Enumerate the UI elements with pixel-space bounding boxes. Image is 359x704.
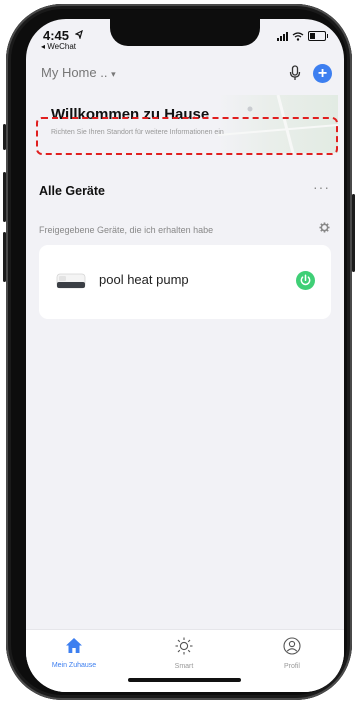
tab-mein-zuhause[interactable]: Mein Zuhause xyxy=(34,637,114,669)
mute-switch xyxy=(3,124,6,150)
home-selector[interactable]: My Home .. ▾ xyxy=(41,65,116,80)
sun-icon xyxy=(175,637,193,655)
system-icons xyxy=(277,31,328,41)
tab-smart[interactable]: Smart xyxy=(144,637,224,670)
home-indicator xyxy=(128,678,241,682)
add-device-button[interactable]: + xyxy=(313,64,332,83)
home-name: My Home .. xyxy=(41,65,108,80)
gear-icon[interactable] xyxy=(319,222,330,236)
device-name: pool heat pump xyxy=(99,272,189,287)
tab-label: Profil xyxy=(284,663,300,670)
signal-icon xyxy=(277,31,288,41)
power-icon xyxy=(300,274,311,286)
wifi-icon xyxy=(292,31,304,41)
app-screen: 4:45 ◂ WeChat My Home .. ▾ + Willkommen … xyxy=(26,19,344,692)
bottom-tab-bar: Mein Zuhause Smart Profil xyxy=(26,629,344,692)
phone-frame: 4:45 ◂ WeChat My Home .. ▾ + Willkommen … xyxy=(3,4,355,700)
tab-label: Mein Zuhause xyxy=(51,662,97,669)
battery-icon xyxy=(308,31,328,41)
profile-icon xyxy=(283,637,301,655)
home-icon xyxy=(66,638,82,653)
notch xyxy=(110,19,260,46)
heat-pump-icon xyxy=(56,273,86,289)
status-time: 4:45 xyxy=(43,28,70,43)
location-arrow-icon xyxy=(75,30,83,39)
power-button[interactable] xyxy=(296,271,315,290)
tab-label: Smart xyxy=(174,663,194,670)
volume-up-button xyxy=(3,172,6,222)
microphone-icon[interactable] xyxy=(289,65,301,81)
back-to-wechat-link[interactable]: ◂ WeChat xyxy=(41,42,76,51)
tab-profil[interactable]: Profil xyxy=(252,637,332,670)
more-options-button[interactable]: ··· xyxy=(313,179,330,195)
volume-down-button xyxy=(3,232,6,282)
shared-devices-label: Freigegebene Geräte, die ich erhalten ha… xyxy=(39,225,214,235)
devices-section-title: Alle Geräte xyxy=(39,184,106,198)
power-side-button xyxy=(352,194,355,272)
highlight-box xyxy=(36,117,338,155)
app-header: My Home .. ▾ + xyxy=(26,59,344,89)
device-card[interactable]: pool heat pump xyxy=(39,245,331,319)
chevron-down-icon: ▾ xyxy=(111,69,116,79)
